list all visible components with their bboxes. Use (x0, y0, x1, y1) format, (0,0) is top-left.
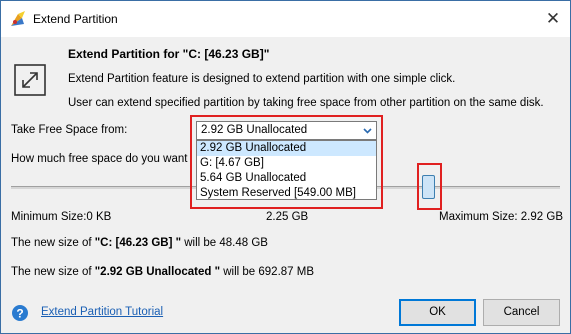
extend-arrows-icon (13, 63, 47, 97)
extend-partition-dialog: Extend Partition ✕ Extend Partition for … (0, 0, 571, 334)
new-size-c-suffix: will be 48.48 GB (181, 237, 268, 249)
title-bar: Extend Partition ✕ (1, 1, 570, 37)
dialog-heading: Extend Partition for "C: [46.23 GB]" (68, 47, 270, 61)
help-question-icon[interactable]: ? (11, 304, 29, 322)
new-size-u-prefix: The new size of (11, 266, 95, 278)
dropdown-option[interactable]: 2.92 GB Unallocated (197, 141, 376, 156)
svg-text:?: ? (16, 307, 23, 321)
maximum-size-label: Maximum Size: 2.92 GB (439, 211, 563, 223)
new-size-c-prefix: The new size of (11, 237, 95, 249)
dropdown-option[interactable]: G: [4.67 GB] (197, 156, 376, 171)
window-title: Extend Partition (33, 12, 118, 26)
new-size-u-suffix: will be 692.87 MB (220, 266, 315, 278)
new-size-u-name: "2.92 GB Unallocated " (94, 266, 221, 278)
description-line-1: Extend Partition feature is designed to … (68, 73, 456, 85)
new-size-c-name: "C: [46.23 GB] " (94, 237, 182, 249)
free-space-dropdown-list: 2.92 GB Unallocated G: [4.67 GB] 5.64 GB… (196, 140, 377, 200)
new-size-c-text: The new size of "C: [46.23 GB] " will be… (11, 237, 268, 249)
size-slider-handle[interactable] (422, 175, 435, 199)
select-value: 2.92 GB Unallocated (201, 124, 308, 136)
dropdown-option[interactable]: 5.64 GB Unallocated (197, 171, 376, 186)
how-much-label: How much free space do you want (11, 153, 188, 165)
new-size-unallocated-text: The new size of "2.92 GB Unallocated " w… (11, 266, 314, 278)
cancel-button[interactable]: Cancel (483, 299, 560, 326)
minimum-size-label: Minimum Size:0 KB (11, 211, 112, 223)
close-button[interactable]: ✕ (540, 7, 566, 31)
free-space-source-select[interactable]: 2.92 GB Unallocated (196, 121, 377, 140)
close-icon: ✕ (545, 9, 561, 28)
take-free-space-label: Take Free Space from: (11, 124, 128, 136)
description-line-2: User can extend specified partition by t… (68, 97, 544, 109)
dialog-content: Extend Partition for "C: [46.23 GB]" Ext… (1, 37, 570, 333)
selected-size-label: 2.25 GB (266, 211, 309, 223)
chevron-down-icon[interactable] (358, 122, 376, 139)
app-icon (9, 10, 27, 28)
ok-button[interactable]: OK (399, 299, 476, 326)
extend-partition-tutorial-link[interactable]: Extend Partition Tutorial (41, 306, 163, 318)
dropdown-option[interactable]: System Reserved [549.00 MB] (197, 186, 376, 201)
